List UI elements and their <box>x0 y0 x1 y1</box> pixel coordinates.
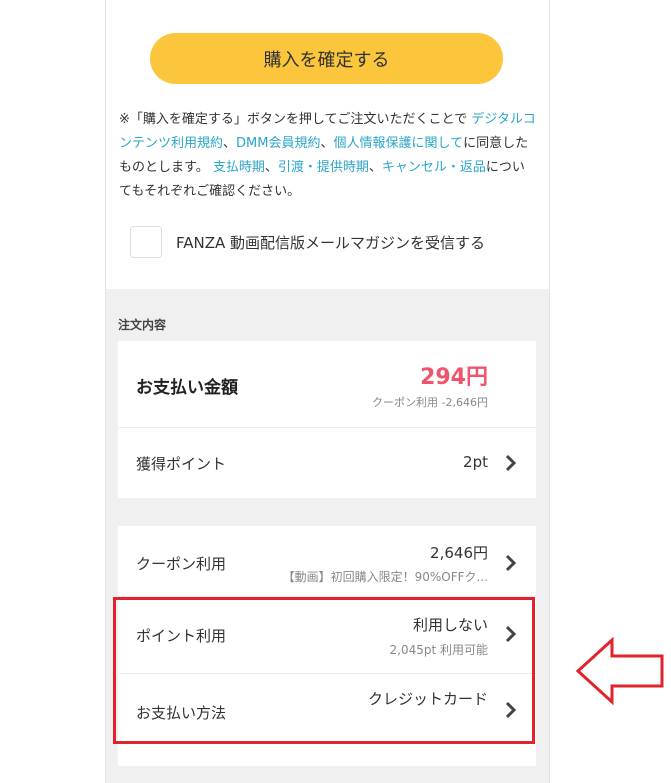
left-arrow-outline-icon <box>575 636 664 706</box>
points-earned-row[interactable]: 獲得ポイント 2pt <box>118 428 536 498</box>
confirm-purchase-button[interactable]: 購入を確定する <box>150 33 503 84</box>
checkout-panel: 購入を確定する ※「購入を確定する」ボタンを押してご注文いただくことで デジタル… <box>105 0 550 783</box>
payment-method-label: お支払い方法 <box>136 704 227 722</box>
coupon-value: 2,646円 <box>430 544 488 562</box>
notice-prefix: ※「購入を確定する」ボタンを押してご注文いただくことで <box>119 112 468 127</box>
coupon-row[interactable]: クーポン利用 2,646円 【動画】初回購入限定！90%OFFク... <box>118 526 536 596</box>
payment-summary-card: お支払い金額 294円 クーポン利用 -2,646円 獲得ポイント 2pt <box>118 341 536 498</box>
newsletter-row[interactable]: FANZA 動画配信版メールマガジンを受信する <box>130 226 485 258</box>
chevron-right-icon <box>505 554 517 572</box>
points-available: 2,045pt 利用可能 <box>389 643 489 657</box>
terms-link-payment-timing[interactable]: 支払時期 <box>213 160 265 175</box>
payment-method-row[interactable]: お支払い方法 クレジットカード <box>118 674 536 748</box>
coupon-label: クーポン利用 <box>136 555 227 573</box>
terms-link-member[interactable]: DMM会員規約 <box>236 136 320 151</box>
terms-notice: ※「購入を確定する」ボタンを押してご注文いただくことで デジタルコンテンツ利用規… <box>119 108 537 204</box>
points-use-label: ポイント利用 <box>136 627 227 645</box>
order-summary: 注文内容 お支払い金額 294円 クーポン利用 -2,646円 獲得ポイント 2… <box>106 289 549 783</box>
coupon-description: 【動画】初回購入限定！90%OFFク... <box>282 570 488 584</box>
newsletter-checkbox[interactable] <box>130 226 162 258</box>
payment-total-label: お支払い金額 <box>136 378 238 398</box>
points-earned-value: 2pt <box>463 453 488 471</box>
notice-sep: 、 <box>368 160 382 175</box>
terms-link-delivery[interactable]: 引渡・提供時期 <box>278 160 369 175</box>
terms-link-cancel[interactable]: キャンセル・返品 <box>382 160 486 175</box>
notice-sep: 、 <box>264 160 278 175</box>
chevron-right-icon <box>505 625 517 643</box>
points-use-row[interactable]: ポイント利用 利用しない 2,045pt 利用可能 <box>118 597 536 673</box>
chevron-right-icon <box>505 454 517 472</box>
payment-total-value: 294円 <box>420 365 488 390</box>
newsletter-label: FANZA 動画配信版メールマガジンを受信する <box>176 233 486 252</box>
notice-sep: 、 <box>223 136 237 151</box>
payment-method-value: クレジットカード <box>367 690 488 708</box>
coupon-discount-note: クーポン利用 -2,646円 <box>372 396 488 409</box>
chevron-right-icon <box>505 701 517 719</box>
order-section-title: 注文内容 <box>118 318 167 332</box>
payment-total-row: お支払い金額 294円 クーポン利用 -2,646円 <box>118 341 536 427</box>
notice-sep: 、 <box>320 136 334 151</box>
terms-link-privacy[interactable]: 個人情報保護に関して <box>334 136 464 151</box>
points-earned-label: 獲得ポイント <box>136 455 227 473</box>
points-use-value: 利用しない <box>412 616 488 634</box>
payment-options-card: クーポン利用 2,646円 【動画】初回購入限定！90%OFFク... ポイント… <box>118 526 536 766</box>
